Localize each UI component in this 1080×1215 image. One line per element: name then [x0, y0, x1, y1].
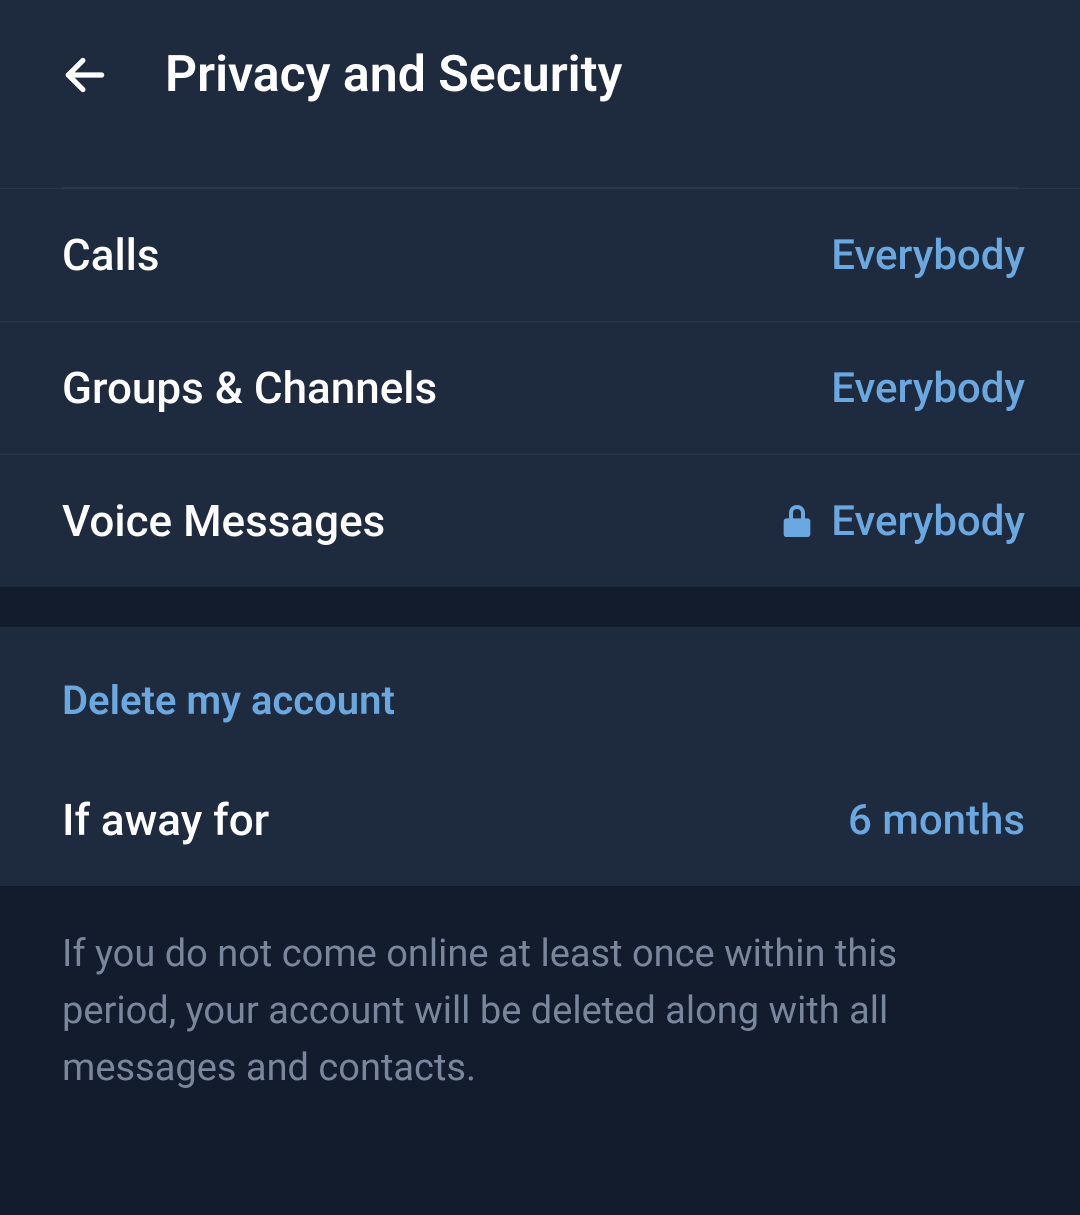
page-title: Privacy and Security [165, 46, 622, 104]
item-label: Groups & Channels [62, 362, 437, 414]
item-value: Everybody [831, 231, 1025, 280]
arrow-left-icon [60, 50, 110, 100]
section-divider [62, 150, 1018, 188]
section-gap [0, 587, 1080, 627]
privacy-item-calls[interactable]: Calls Everybody [0, 188, 1080, 321]
privacy-section: Calls Everybody Groups & Channels Everyb… [0, 150, 1080, 587]
back-button[interactable] [55, 45, 115, 105]
delete-account-section: Delete my account If away for 6 months [0, 627, 1080, 886]
delete-account-description: If you do not come online at least once … [0, 886, 1080, 1147]
if-away-for-item[interactable]: If away for 6 months [0, 754, 1080, 886]
section-header-delete: Delete my account [0, 627, 1080, 754]
privacy-item-voice-messages[interactable]: Voice Messages Everybody [0, 454, 1080, 587]
item-value: Everybody [781, 497, 1025, 546]
item-label: Calls [62, 229, 160, 281]
item-value: 6 months [848, 796, 1025, 845]
header-bar: Privacy and Security [0, 0, 1080, 150]
item-value-text: Everybody [831, 497, 1025, 546]
item-value: Everybody [831, 364, 1025, 413]
privacy-item-groups[interactable]: Groups & Channels Everybody [0, 321, 1080, 454]
item-label: If away for [62, 794, 269, 846]
lock-icon [781, 502, 813, 540]
item-label: Voice Messages [62, 495, 385, 547]
